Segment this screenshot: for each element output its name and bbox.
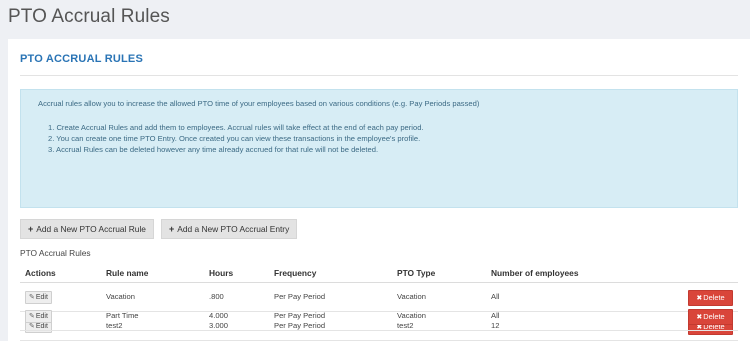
column-header-rule-name: Rule name — [106, 268, 149, 278]
info-item: 1. Create Accrual Rules and add them to … — [48, 123, 424, 132]
info-intro: Accrual rules allow you to increase the … — [38, 99, 480, 108]
panel-heading: PTO ACCRUAL RULES — [20, 53, 143, 65]
cell-hours: .800 — [209, 292, 224, 301]
page-title: PTO Accrual Rules — [8, 6, 170, 27]
table-header: Actions Rule name Hours Frequency PTO Ty… — [20, 263, 738, 283]
cell-rule-name: Vacation — [106, 292, 135, 301]
info-alert: Accrual rules allow you to increase the … — [20, 89, 738, 208]
column-header-frequency: Frequency — [274, 268, 317, 278]
add-accrual-entry-label: Add a New PTO Accrual Entry — [177, 224, 290, 234]
cell-rule-name: Part Time — [106, 311, 139, 320]
cell-frequency: Per Pay Period — [274, 292, 326, 301]
column-header-employees: Number of employees — [491, 268, 579, 278]
cell-frequency: Per Pay Period — [274, 311, 326, 320]
table-row: ✎Edit Part Time 4.000 Per Pay Period Vac… — [20, 303, 738, 331]
add-accrual-entry-button[interactable]: + Add a New PTO Accrual Entry — [161, 219, 298, 239]
accrual-rules-panel: PTO ACCRUAL RULES Accrual rules allow yo… — [8, 39, 750, 341]
panel-divider — [20, 75, 738, 76]
cell-hours: 4.000 — [209, 311, 229, 320]
info-item: 3. Accrual Rules can be deleted however … — [48, 145, 379, 154]
info-item: 2. You can create one time PTO Entry. On… — [48, 134, 421, 143]
close-icon: ✖ — [696, 314, 703, 321]
delete-button[interactable]: ✖Delete — [688, 309, 733, 325]
column-header-hours: Hours — [209, 268, 234, 278]
column-header-actions: Actions — [25, 268, 56, 278]
cell-employees: All — [491, 292, 500, 301]
table-caption: PTO Accrual Rules — [20, 248, 91, 258]
column-header-pto-type: PTO Type — [397, 268, 436, 278]
plus-icon: + — [169, 224, 175, 234]
edit-icon: ✎ — [29, 294, 35, 301]
close-icon: ✖ — [696, 295, 703, 302]
add-accrual-rule-label: Add a New PTO Accrual Rule — [36, 224, 146, 234]
cell-employees: All — [491, 311, 500, 320]
add-accrual-rule-button[interactable]: + Add a New PTO Accrual Rule — [20, 219, 154, 239]
cell-pto-type: Vacation — [397, 311, 426, 320]
edit-icon: ✎ — [29, 313, 35, 320]
plus-icon: + — [28, 224, 34, 234]
info-list: 1. Create Accrual Rules and add them to … — [48, 122, 424, 155]
edit-button[interactable]: ✎Edit — [25, 310, 52, 323]
cell-pto-type: Vacation — [397, 292, 426, 301]
